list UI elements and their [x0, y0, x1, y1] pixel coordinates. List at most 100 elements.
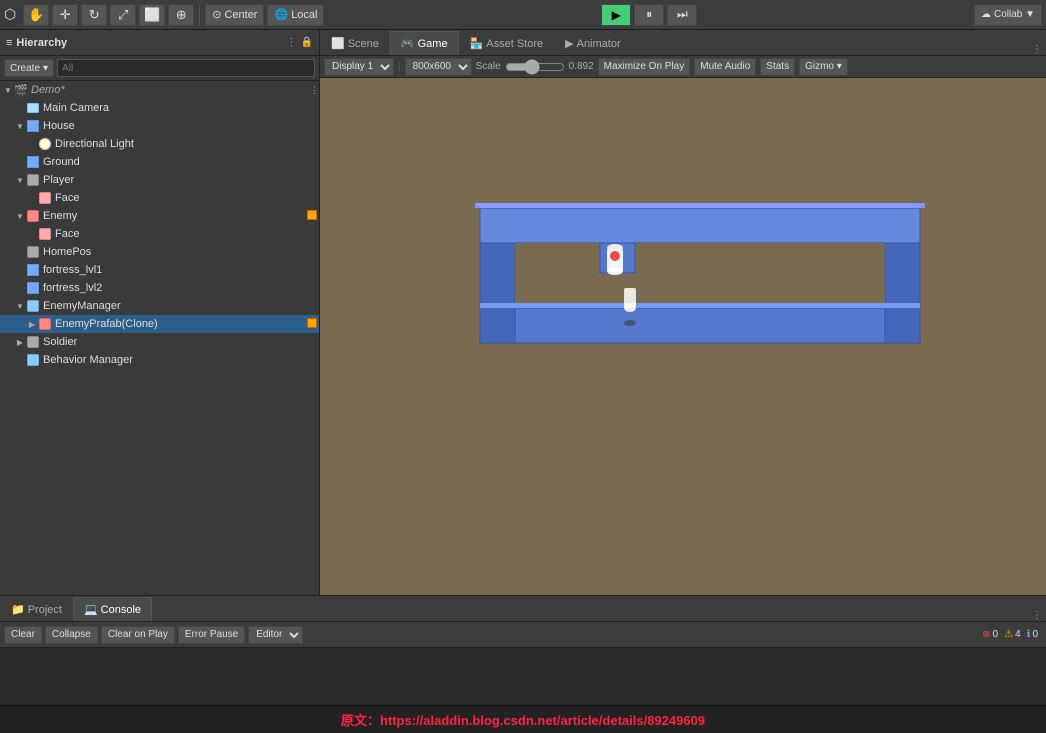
tree-item-directional-light[interactable]: Directional Light [0, 135, 319, 153]
expand-homepos-icon [14, 246, 26, 258]
expand-dlight-icon [26, 138, 38, 150]
behavior-manager-label: Behavior Manager [43, 354, 133, 366]
expand-enemy-icon[interactable]: ▼ [14, 210, 26, 222]
camera-icon [26, 101, 40, 115]
tab-project[interactable]: 📁 Project [0, 597, 73, 621]
stats-btn[interactable]: Stats [760, 58, 795, 76]
scale-tool-btn[interactable]: ⤢ [110, 4, 136, 26]
editor-select[interactable]: Editor [248, 626, 303, 644]
bottom-tabs-row: 📁 Project 💻 Console ⋮ [0, 596, 1046, 622]
hand-tool-btn[interactable]: ✋ [23, 4, 49, 26]
transform-tool-btn[interactable]: ⊕ [168, 4, 194, 26]
tree-item-behavior-manager[interactable]: Behavior Manager [0, 351, 319, 369]
hierarchy-title: Hierarchy [16, 37, 67, 49]
tree-item-house[interactable]: ▼ House [0, 117, 319, 135]
error-badge: ⊗ 0 [982, 629, 998, 640]
face-player-icon [38, 191, 52, 205]
tree-item-enemy-manager[interactable]: ▼ EnemyManager [0, 297, 319, 315]
tab-console[interactable]: 💻 Console [73, 597, 152, 621]
demo-menu-icon[interactable]: ⋮ [310, 85, 319, 96]
expand-face-enemy-icon [26, 228, 38, 240]
move-tool-btn[interactable]: ✛ [52, 4, 78, 26]
console-tab-icon: 💻 [84, 603, 98, 616]
hierarchy-header: ≡ Hierarchy ⋮ 🔒 [0, 30, 319, 56]
tree-item-enemy-prefab[interactable]: ▶ EnemyPrafab(Clone) [0, 315, 319, 333]
rotate-tool-btn[interactable]: ↻ [81, 4, 107, 26]
tree-item-fortress-lvl2[interactable]: fortress_lvl2 [0, 279, 319, 297]
tree-item-face-player[interactable]: Face [0, 189, 319, 207]
clear-on-play-btn[interactable]: Clear on Play [101, 626, 175, 644]
collapse-btn[interactable]: Collapse [45, 626, 98, 644]
panel-menu-icon[interactable]: ⋮ [1032, 44, 1046, 55]
info-badge: ℹ 0 [1027, 629, 1038, 640]
gizmos-dropdown-icon: ▾ [837, 61, 842, 72]
gizmos-btn[interactable]: Gizmo ▾ [799, 58, 848, 76]
tabs-row: ⬜ Scene 🎮 Game 🏪 Asset Store ▶ Animator … [320, 30, 1046, 56]
step-btn[interactable]: ⏭ [667, 4, 697, 26]
error-icon: ⊗ [982, 629, 990, 640]
maximize-on-play-btn[interactable]: Maximize On Play [598, 58, 691, 76]
pause-btn[interactable]: ⏸ [634, 4, 664, 26]
local-global-btn[interactable]: 🌐 Local [267, 4, 324, 26]
tree-item-demo[interactable]: ▼ 🎬 Demo* ⋮ [0, 81, 319, 99]
main-camera-label: Main Camera [43, 102, 109, 114]
fortress1-icon [26, 263, 40, 277]
create-btn[interactable]: Create ▾ [4, 59, 54, 77]
warning-badge: ⚠ 4 [1004, 629, 1021, 640]
tree-item-ground[interactable]: Ground [0, 153, 319, 171]
expand-player-icon[interactable]: ▼ [14, 174, 26, 186]
expand-house-icon[interactable]: ▼ [14, 120, 26, 132]
expand-demo-icon[interactable]: ▼ [2, 84, 14, 96]
collab-btn[interactable]: ☁ Collab ▼ [974, 4, 1042, 26]
error-pause-btn[interactable]: Error Pause [178, 626, 245, 644]
game-viewport [320, 78, 1046, 595]
tree-item-fortress-lvl1[interactable]: fortress_lvl1 [0, 261, 319, 279]
expand-enemyprefab-icon[interactable]: ▶ [26, 318, 38, 330]
enemyprefab-icon [38, 317, 52, 331]
app: ⬡ ✋ ✛ ↻ ⤢ ⬜ ⊕ ⊙ Center 🌐 Local ▶ ⏸ ⏭ ☁ C… [0, 0, 1046, 733]
tab-animator[interactable]: ▶ Animator [554, 31, 632, 55]
hierarchy-search-input[interactable] [57, 59, 315, 77]
tree-item-face-enemy[interactable]: Face [0, 225, 319, 243]
scene-icon: 🎬 [14, 83, 28, 97]
clear-btn[interactable]: Clear [4, 626, 42, 644]
mute-audio-btn[interactable]: Mute Audio [694, 58, 756, 76]
hierarchy-menu-icon[interactable]: ⋮ [287, 37, 297, 48]
hierarchy-lock-icon[interactable]: 🔒 [301, 37, 313, 48]
tree-item-main-camera[interactable]: Main Camera [0, 99, 319, 117]
light-icon [38, 137, 52, 151]
expand-enemymgr-icon[interactable]: ▼ [14, 300, 26, 312]
tab-asset-store[interactable]: 🏪 Asset Store [459, 31, 555, 55]
fortress-lvl1-label: fortress_lvl1 [43, 264, 102, 276]
tree-item-player[interactable]: ▼ Player [0, 171, 319, 189]
center-pivot-btn[interactable]: ⊙ Center [205, 4, 264, 26]
tree-item-soldier[interactable]: ▶ Soldier [0, 333, 319, 351]
console-content [0, 648, 1046, 705]
expand-soldier-icon[interactable]: ▶ [14, 336, 26, 348]
toolbar-row: ⬡ ✋ ✛ ↻ ⤢ ⬜ ⊕ ⊙ Center 🌐 Local ▶ ⏸ ⏭ ☁ C… [0, 0, 1046, 30]
ground-label: Ground [43, 156, 80, 168]
scale-slider[interactable] [505, 59, 565, 75]
tab-scene[interactable]: ⬜ Scene [320, 31, 390, 55]
expand-behaviormgr-icon [14, 354, 26, 366]
tab-game[interactable]: 🎮 Game [390, 31, 459, 55]
bottom-panel-menu-icon[interactable]: ⋮ [1032, 610, 1046, 621]
demo-label: Demo* [31, 84, 65, 96]
display-select[interactable]: Display 1 [324, 58, 394, 76]
expand-camera-icon [14, 102, 26, 114]
hierarchy-icon: ≡ [6, 37, 12, 49]
info-icon: ℹ [1027, 629, 1031, 640]
hierarchy-panel: ≡ Hierarchy ⋮ 🔒 Create ▾ ▼ 🎬 Demo* ⋮ [0, 30, 320, 595]
tree-item-enemy[interactable]: ▼ Enemy [0, 207, 319, 225]
resolution-select[interactable]: 800x600 [405, 58, 472, 76]
enemymgr-icon [26, 299, 40, 313]
create-dropdown-icon: ▾ [43, 63, 48, 74]
animator-icon: ▶ [565, 37, 573, 50]
house-cube-icon [26, 119, 40, 133]
rect-tool-btn[interactable]: ⬜ [139, 4, 165, 26]
expand-face-player-icon [26, 192, 38, 204]
directional-light-label: Directional Light [55, 138, 134, 150]
bottom-section: 📁 Project 💻 Console ⋮ Clear Collapse Cle… [0, 595, 1046, 705]
play-btn[interactable]: ▶ [601, 4, 631, 26]
tree-item-homepos[interactable]: HomePos [0, 243, 319, 261]
